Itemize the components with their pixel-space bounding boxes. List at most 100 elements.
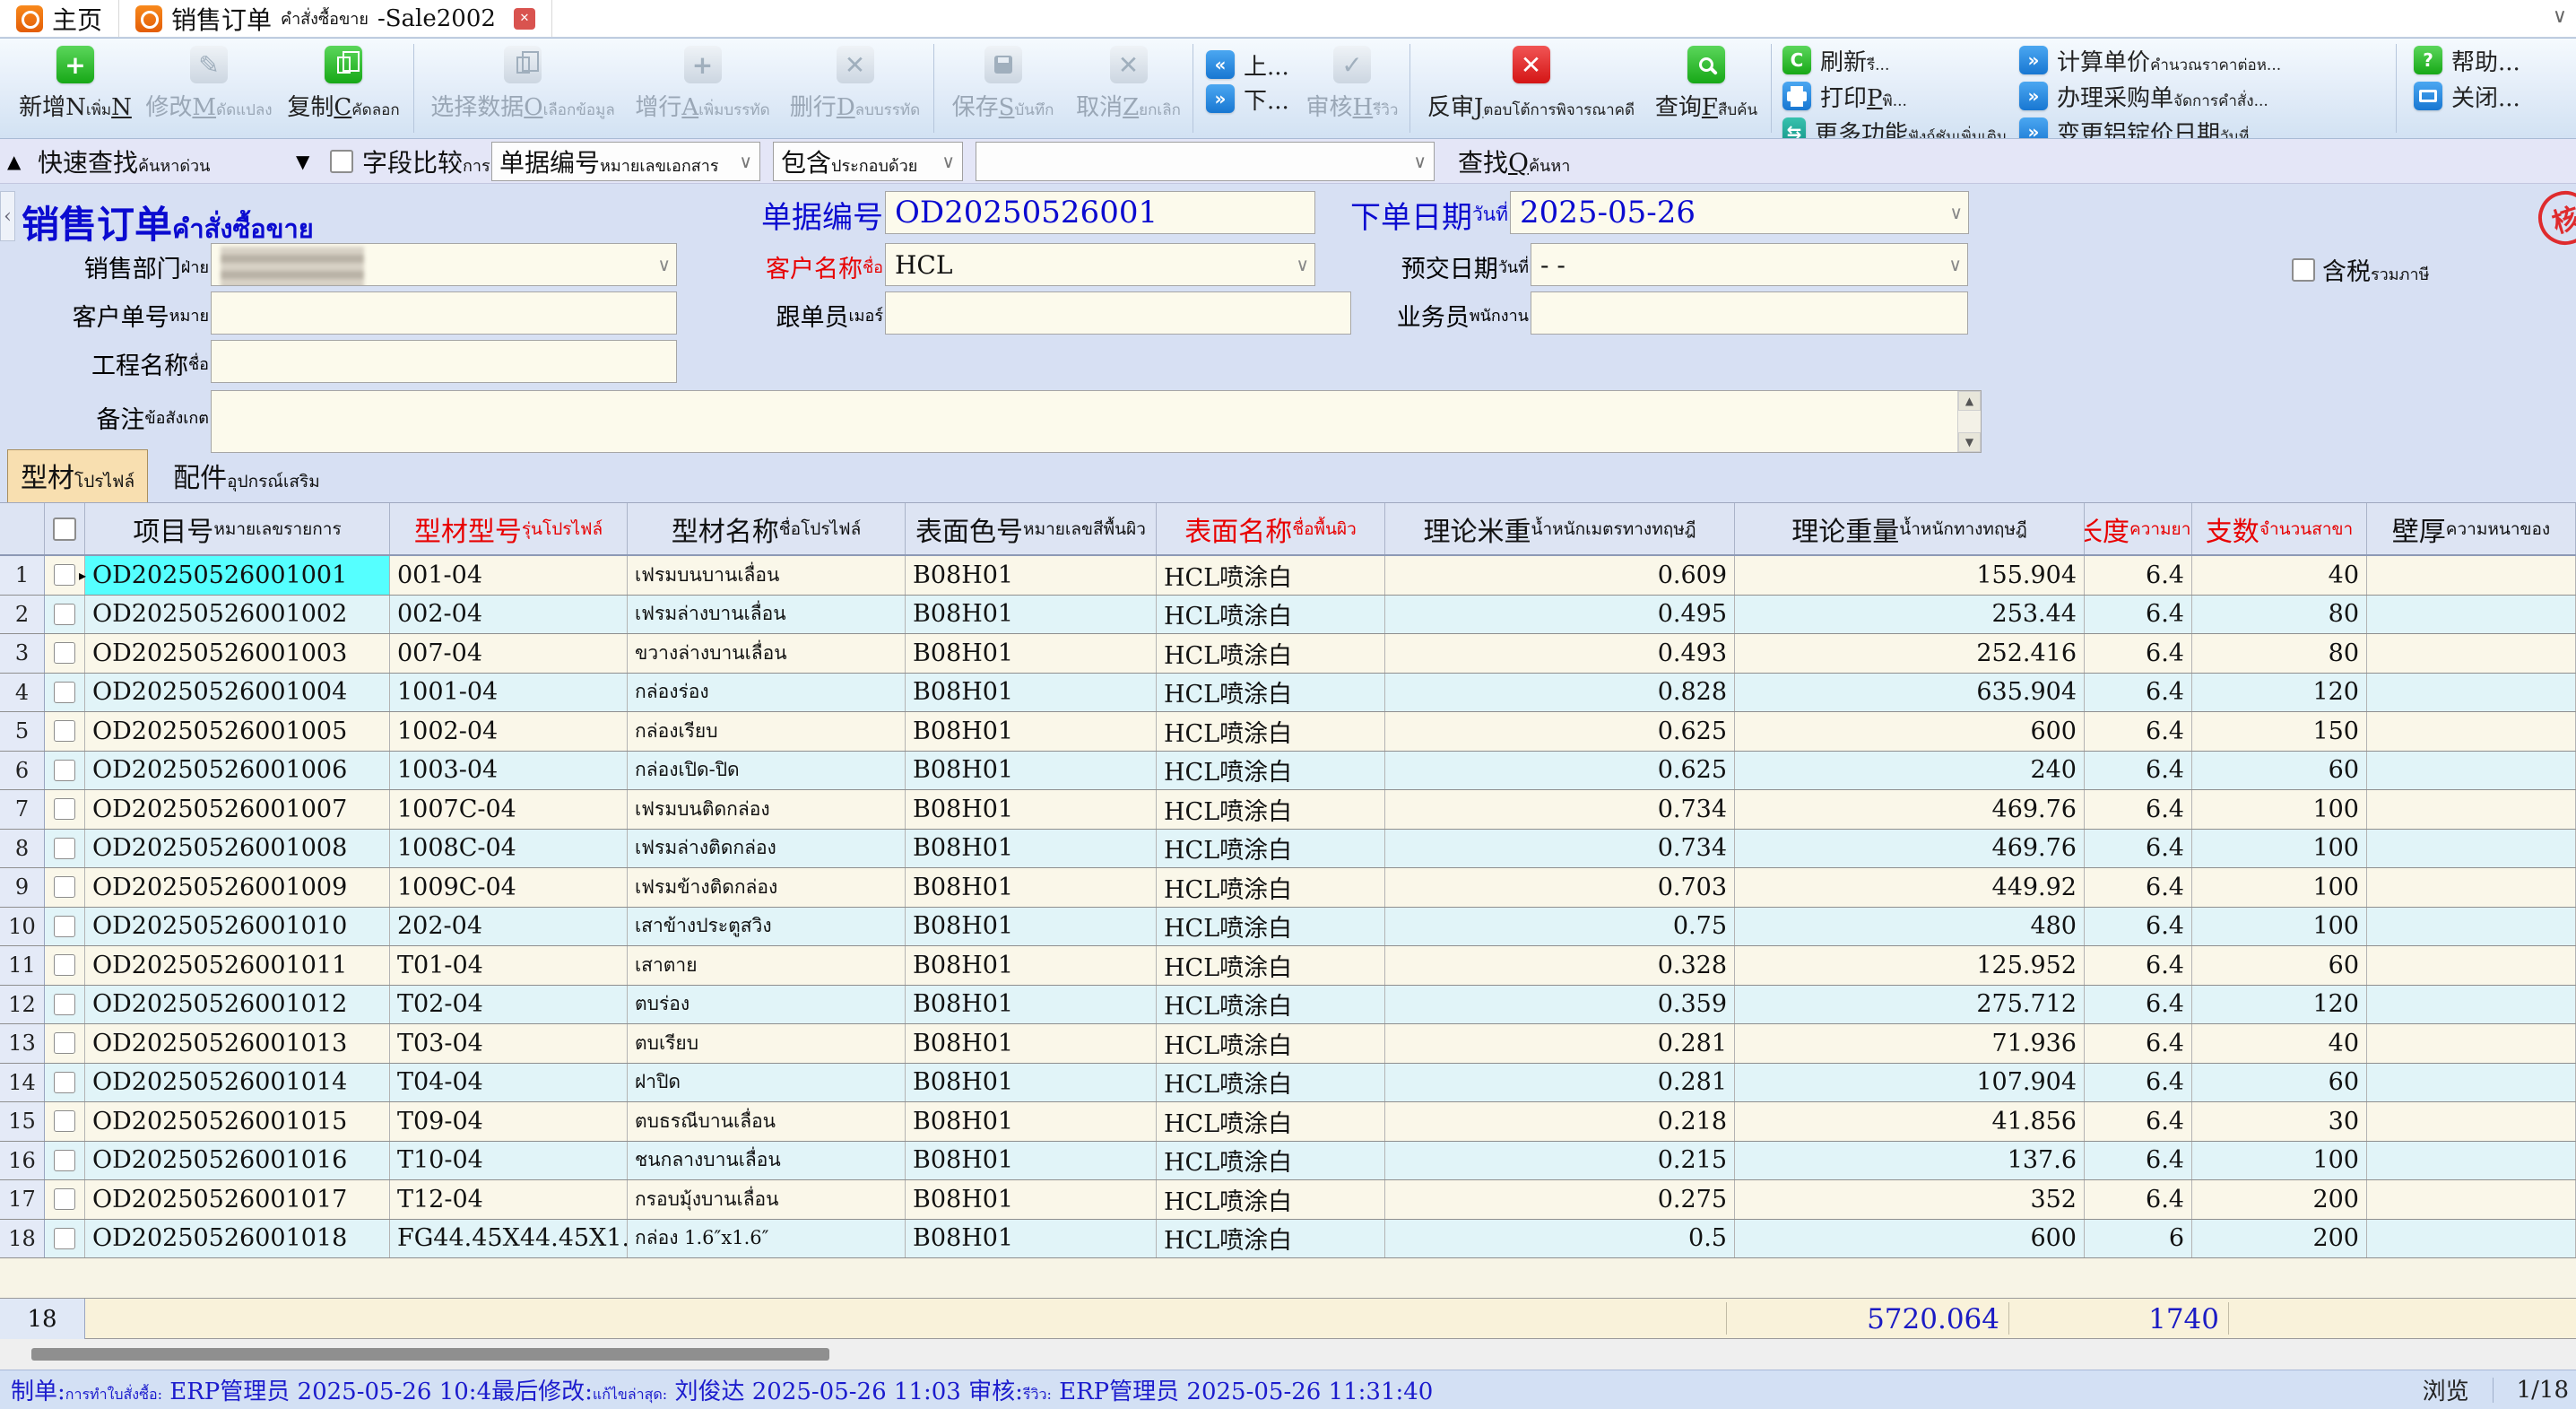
cell-item[interactable]: OD20250526001010 — [85, 908, 390, 946]
row-number[interactable]: 2 — [0, 596, 45, 634]
cell-qty[interactable]: 80 — [2192, 596, 2367, 634]
cell-length[interactable]: 6.4 — [2085, 1102, 2192, 1141]
row-number[interactable]: 16 — [0, 1142, 45, 1180]
cell-model[interactable]: 202-04 — [390, 908, 628, 946]
cell-qty[interactable]: 30 — [2192, 1102, 2367, 1141]
help-button[interactable]: ? 帮助... — [2414, 44, 2571, 76]
refresh-button[interactable]: C 刷新รี... — [1782, 44, 2007, 76]
remark-scrollbar[interactable]: ▲ ▼ — [1957, 391, 1981, 452]
cell-weight[interactable]: 600 — [1735, 1220, 2085, 1258]
cell-surface[interactable]: HCL喷涂白 — [1157, 1142, 1385, 1180]
cell-wall-thickness[interactable] — [2367, 1180, 2576, 1219]
cell-weight[interactable]: 107.904 — [1735, 1064, 2085, 1102]
cell-meter-weight[interactable]: 0.625 — [1385, 752, 1735, 790]
cell-surface[interactable]: HCL喷涂白 — [1157, 596, 1385, 634]
cell-item[interactable]: OD20250526001015 — [85, 1102, 390, 1141]
delete-row-button[interactable]: ✕ 删行Dลบบรรทัด — [785, 46, 924, 122]
row-checkbox[interactable] — [45, 596, 85, 634]
cell-name[interactable]: เฟรมบนติดกล่อง — [628, 790, 906, 829]
cell-meter-weight[interactable]: 0.328 — [1385, 946, 1735, 985]
search-operator-select[interactable]: 包含ประกอบด้วย ∨ — [773, 142, 963, 181]
collapse-panel-icon[interactable]: ▲ — [7, 139, 21, 184]
cell-length[interactable]: 6.4 — [2085, 712, 2192, 751]
cell-color[interactable]: B08H01 — [906, 1102, 1157, 1141]
cell-weight[interactable]: 125.952 — [1735, 946, 2085, 985]
table-row[interactable]: 18OD20250526001018FG44.45X44.45X1.2กล่อง… — [0, 1220, 2576, 1259]
cell-weight[interactable]: 449.92 — [1735, 868, 2085, 907]
cell-weight[interactable]: 240 — [1735, 752, 2085, 790]
scrollbar-thumb[interactable] — [31, 1348, 829, 1361]
tab-profile[interactable]: 型材โปรไฟล์ — [7, 449, 148, 502]
cell-item[interactable]: OD20250526001005 — [85, 712, 390, 751]
table-row[interactable]: 7OD202505260010071007C-04เฟรมบนติดกล่องB… — [0, 790, 2576, 830]
cell-wall-thickness[interactable] — [2367, 946, 2576, 985]
salesman-field[interactable] — [1531, 291, 1968, 335]
cell-color[interactable]: B08H01 — [906, 986, 1157, 1024]
row-number[interactable]: 9 — [0, 868, 45, 907]
cell-wall-thickness[interactable] — [2367, 908, 2576, 946]
row-number[interactable]: 1 — [0, 556, 45, 595]
column-header[interactable]: 支数จำนวนสาขา — [2192, 503, 2367, 554]
column-header[interactable]: 理论米重น้ำหนักเมตรทางทฤษฎี — [1385, 503, 1735, 554]
table-row[interactable]: 15OD20250526001015T09-04ตบธรณีบานเลื่อนB… — [0, 1102, 2576, 1142]
cell-length[interactable]: 6.4 — [2085, 674, 2192, 712]
cell-weight[interactable]: 480 — [1735, 908, 2085, 946]
cell-wall-thickness[interactable] — [2367, 1064, 2576, 1102]
row-checkbox[interactable] — [45, 1024, 85, 1063]
cell-model[interactable]: 1008C-04 — [390, 830, 628, 868]
row-checkbox[interactable] — [45, 946, 85, 985]
scroll-up-icon[interactable]: ▲ — [1958, 391, 1981, 411]
modify-button[interactable]: ✎ 修改Mดัดแปลง — [146, 46, 272, 122]
cell-weight[interactable]: 469.76 — [1735, 790, 2085, 829]
cell-length[interactable]: 6.4 — [2085, 1024, 2192, 1063]
cell-qty[interactable]: 200 — [2192, 1220, 2367, 1258]
cell-length[interactable]: 6.4 — [2085, 1180, 2192, 1219]
calc-unit-price-button[interactable]: » 计算单价คำนวณราคาต่อห... — [2019, 44, 2396, 76]
cell-model[interactable]: 002-04 — [390, 596, 628, 634]
cell-color[interactable]: B08H01 — [906, 712, 1157, 751]
cell-model[interactable]: 007-04 — [390, 634, 628, 673]
cell-qty[interactable]: 100 — [2192, 868, 2367, 907]
save-button[interactable]: 保存Sบันทึก — [947, 46, 1059, 122]
scroll-down-icon[interactable]: ▼ — [1958, 432, 1981, 452]
cell-color[interactable]: B08H01 — [906, 596, 1157, 634]
close-button[interactable]: 关闭... — [2414, 80, 2571, 112]
row-checkbox[interactable] — [45, 752, 85, 790]
table-row[interactable]: 3OD20250526001003007-04ขวางล่างบานเลื่อน… — [0, 634, 2576, 674]
cell-color[interactable]: B08H01 — [906, 946, 1157, 985]
add-row-button[interactable]: + 增行Aเพิ่มบรรทัด — [633, 46, 772, 122]
cell-item[interactable]: OD20250526001011 — [85, 946, 390, 985]
cell-item[interactable]: OD20250526001009 — [85, 868, 390, 907]
column-header[interactable]: 型材名称ชื่อโปรไฟล์ — [628, 503, 906, 554]
cell-name[interactable]: เฟรมล่างติดกล่อง — [628, 830, 906, 868]
cell-surface[interactable]: HCL喷涂白 — [1157, 1064, 1385, 1102]
table-row[interactable]: 6OD202505260010061003-04กล่องเปิด-ปิดB08… — [0, 752, 2576, 791]
tab-home[interactable]: 主页 — [0, 0, 119, 37]
cell-model[interactable]: T01-04 — [390, 946, 628, 985]
cell-weight[interactable]: 600 — [1735, 712, 2085, 751]
cell-name[interactable]: กล่อง 1.6″x1.6″ — [628, 1220, 906, 1258]
cell-color[interactable]: B08H01 — [906, 1142, 1157, 1180]
cell-model[interactable]: 1009C-04 — [390, 868, 628, 907]
column-header[interactable]: 表面名称ชื่อพื้นผิว — [1157, 503, 1385, 554]
cell-surface[interactable]: HCL喷涂白 — [1157, 712, 1385, 751]
cell-wall-thickness[interactable] — [2367, 1102, 2576, 1141]
cell-surface[interactable]: HCL喷涂白 — [1157, 908, 1385, 946]
cell-meter-weight[interactable]: 0.493 — [1385, 634, 1735, 673]
cell-model[interactable]: 1002-04 — [390, 712, 628, 751]
cell-wall-thickness[interactable] — [2367, 556, 2576, 595]
cell-color[interactable]: B08H01 — [906, 908, 1157, 946]
cell-wall-thickness[interactable] — [2367, 986, 2576, 1024]
cell-qty[interactable]: 100 — [2192, 908, 2367, 946]
cancel-button[interactable]: ✕ 取消Zยกเลิก — [1072, 46, 1184, 122]
customer-order-no-field[interactable] — [211, 291, 677, 335]
row-checkbox[interactable] — [45, 1102, 85, 1141]
cell-name[interactable]: เฟรมบนบานเลื่อน — [628, 556, 906, 595]
prev-record-button[interactable]: « 上... — [1206, 49, 1289, 80]
cell-color[interactable]: B08H01 — [906, 1064, 1157, 1102]
cell-name[interactable]: ขวางล่างบานเลื่อน — [628, 634, 906, 673]
cell-surface[interactable]: HCL喷涂白 — [1157, 1102, 1385, 1141]
cell-length[interactable]: 6 — [2085, 1220, 2192, 1258]
cell-item[interactable]: OD20250526001016 — [85, 1142, 390, 1180]
cell-wall-thickness[interactable] — [2367, 790, 2576, 829]
